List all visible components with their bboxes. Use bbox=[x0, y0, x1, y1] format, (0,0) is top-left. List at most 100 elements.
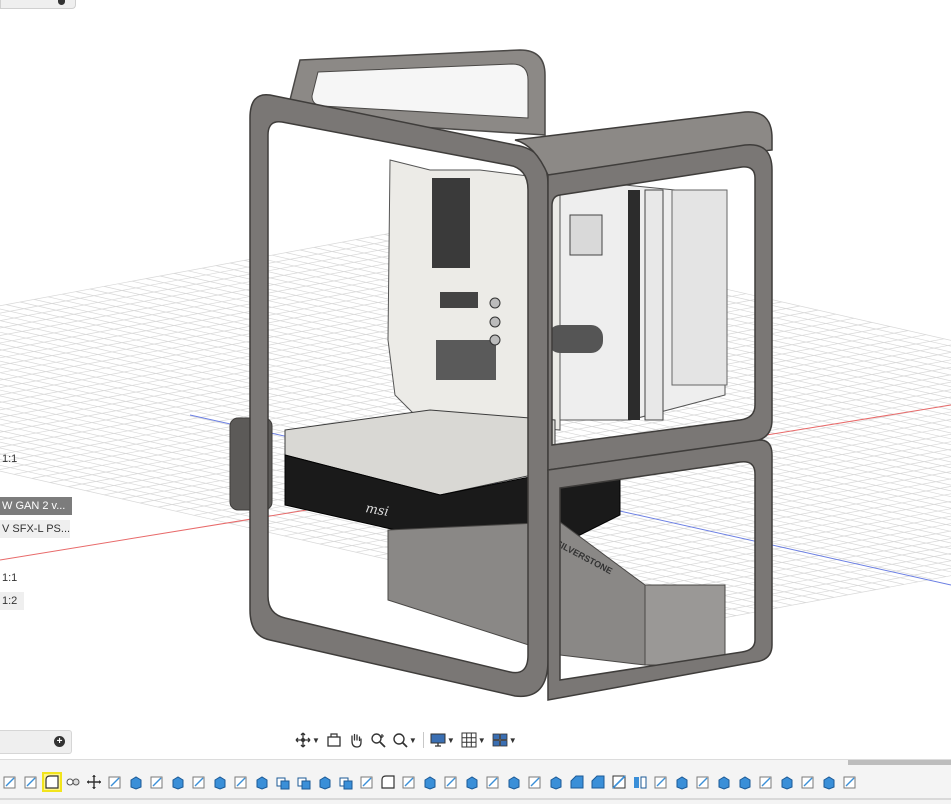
grid-settings-button[interactable]: ▼ bbox=[459, 730, 488, 750]
look-at-button[interactable] bbox=[324, 730, 344, 750]
browser-panel-stub[interactable] bbox=[0, 0, 76, 9]
extrude-icon bbox=[466, 776, 478, 790]
timeline-feature-chamfer[interactable] bbox=[590, 774, 606, 790]
sketch-icon bbox=[234, 776, 247, 789]
browser-item-scale[interactable]: 1:2 bbox=[0, 592, 24, 610]
orbit-icon bbox=[295, 732, 311, 748]
timeline-baseline bbox=[0, 798, 951, 800]
timeline-feature-extrude[interactable] bbox=[212, 774, 228, 790]
fit-icon bbox=[393, 733, 408, 748]
chamfer-icon bbox=[570, 775, 584, 789]
display-settings-button[interactable]: ▼ bbox=[428, 730, 457, 750]
timeline-feature-sketch[interactable] bbox=[107, 774, 123, 790]
sketch-icon bbox=[801, 776, 814, 789]
browser-item-scale[interactable]: 1:1 bbox=[0, 450, 18, 468]
timeline-feature-sketch[interactable] bbox=[695, 774, 711, 790]
timeline-feature-sketch[interactable] bbox=[758, 774, 774, 790]
comments-bar[interactable]: + bbox=[0, 730, 72, 754]
sketch-icon bbox=[843, 776, 856, 789]
extrude-icon bbox=[256, 776, 268, 790]
timeline-feature-sketch[interactable] bbox=[401, 774, 417, 790]
combine-icon bbox=[339, 777, 353, 790]
timeline-feature-joint[interactable] bbox=[65, 774, 81, 790]
orbit-button[interactable]: ▼ bbox=[293, 730, 322, 750]
heatsink bbox=[432, 178, 470, 268]
timeline-feature-extrude[interactable] bbox=[779, 774, 795, 790]
design-viewport[interactable]: msi SILVERSTONE bbox=[0, 0, 951, 760]
timeline-feature-combine[interactable] bbox=[338, 774, 354, 790]
standoff bbox=[489, 316, 501, 328]
timeline-feature-extrude[interactable] bbox=[422, 774, 438, 790]
timeline-feature-combine[interactable] bbox=[275, 774, 291, 790]
timeline-feature-extrude[interactable] bbox=[170, 774, 186, 790]
toolbar-divider bbox=[422, 732, 424, 748]
extrude-icon bbox=[214, 776, 226, 790]
timeline-feature-extrude[interactable] bbox=[737, 774, 753, 790]
fit-button[interactable]: ▼ bbox=[390, 730, 419, 750]
cpu-socket bbox=[569, 214, 603, 256]
browser-item-psu[interactable]: V SFX-L PS... bbox=[0, 520, 70, 538]
timeline-feature-extrude[interactable] bbox=[548, 774, 564, 790]
zoom-button[interactable] bbox=[368, 730, 388, 750]
viewport-canvas[interactable]: msi SILVERSTONE bbox=[0, 0, 951, 760]
timeline-feature-chamfer[interactable] bbox=[569, 774, 585, 790]
mb-connector bbox=[440, 292, 478, 308]
timeline-feature-sketch[interactable] bbox=[653, 774, 669, 790]
timeline-feature-fillet[interactable] bbox=[380, 774, 396, 790]
m2-slot bbox=[548, 325, 603, 353]
timeline-feature-mirror[interactable] bbox=[632, 774, 648, 790]
timeline-feature-sketch[interactable] bbox=[800, 774, 816, 790]
timeline-feature-sketch[interactable] bbox=[23, 774, 39, 790]
combine-icon bbox=[276, 777, 290, 790]
fillet-icon bbox=[381, 775, 395, 789]
sketch-icon bbox=[402, 776, 415, 789]
timeline-feature-sketch[interactable] bbox=[527, 774, 543, 790]
timeline-feature-extrude[interactable] bbox=[128, 774, 144, 790]
timeline-feature-sketch[interactable] bbox=[359, 774, 375, 790]
timeline-feature-combine[interactable] bbox=[296, 774, 312, 790]
zoom-icon bbox=[371, 733, 386, 748]
timeline-feature-extrude[interactable] bbox=[674, 774, 690, 790]
collapse-icon[interactable] bbox=[58, 0, 65, 5]
sketch-icon bbox=[696, 776, 709, 789]
sketch-icon bbox=[150, 776, 163, 789]
side-panel bbox=[671, 189, 728, 386]
timeline-feature-sketch[interactable] bbox=[443, 774, 459, 790]
timeline-feature-move[interactable] bbox=[86, 774, 102, 790]
timeline-feature-extrude[interactable] bbox=[506, 774, 522, 790]
timeline-feature-sketch[interactable] bbox=[842, 774, 858, 790]
extrude-icon bbox=[130, 776, 142, 790]
pan-button[interactable] bbox=[346, 730, 366, 750]
sketch-icon bbox=[528, 776, 541, 789]
standoff bbox=[489, 334, 501, 346]
extrude-icon bbox=[319, 776, 331, 790]
timeline-feature-sketch[interactable] bbox=[485, 774, 501, 790]
timeline-feature-fillet[interactable] bbox=[42, 772, 62, 792]
timeline-feature-extrude[interactable] bbox=[254, 774, 270, 790]
browser-item-scale[interactable]: 1:1 bbox=[0, 569, 18, 587]
timeline-feature-sketch[interactable] bbox=[233, 774, 249, 790]
extrude-icon bbox=[781, 776, 793, 790]
timeline-feature-extrude[interactable] bbox=[716, 774, 732, 790]
browser-item-gpu[interactable]: W GAN 2 v... bbox=[0, 497, 72, 515]
sketch-icon bbox=[108, 776, 121, 789]
timeline-feature-extrude[interactable] bbox=[464, 774, 480, 790]
sketch-icon bbox=[759, 776, 772, 789]
timeline-feature-extrude[interactable] bbox=[821, 774, 837, 790]
design-timeline bbox=[0, 759, 951, 804]
sketch-icon bbox=[654, 776, 667, 789]
timeline-feature-sketch[interactable] bbox=[149, 774, 165, 790]
timeline-scrollbar[interactable] bbox=[848, 760, 951, 765]
timeline-feature-split[interactable] bbox=[611, 774, 627, 790]
add-comment-icon[interactable]: + bbox=[54, 736, 65, 747]
timeline-feature-extrude[interactable] bbox=[317, 774, 333, 790]
timeline-feature-sketch[interactable] bbox=[191, 774, 207, 790]
viewports-icon bbox=[492, 733, 508, 747]
navigation-toolbar: ▼ ▼ ▼ ▼ ▼ bbox=[290, 729, 522, 751]
combine-icon bbox=[297, 777, 311, 790]
joint-icon bbox=[66, 778, 80, 786]
extrude-icon bbox=[676, 776, 688, 790]
extrude-icon bbox=[172, 776, 184, 790]
timeline-feature-sketch[interactable] bbox=[2, 774, 18, 790]
viewports-button[interactable]: ▼ bbox=[490, 730, 519, 750]
